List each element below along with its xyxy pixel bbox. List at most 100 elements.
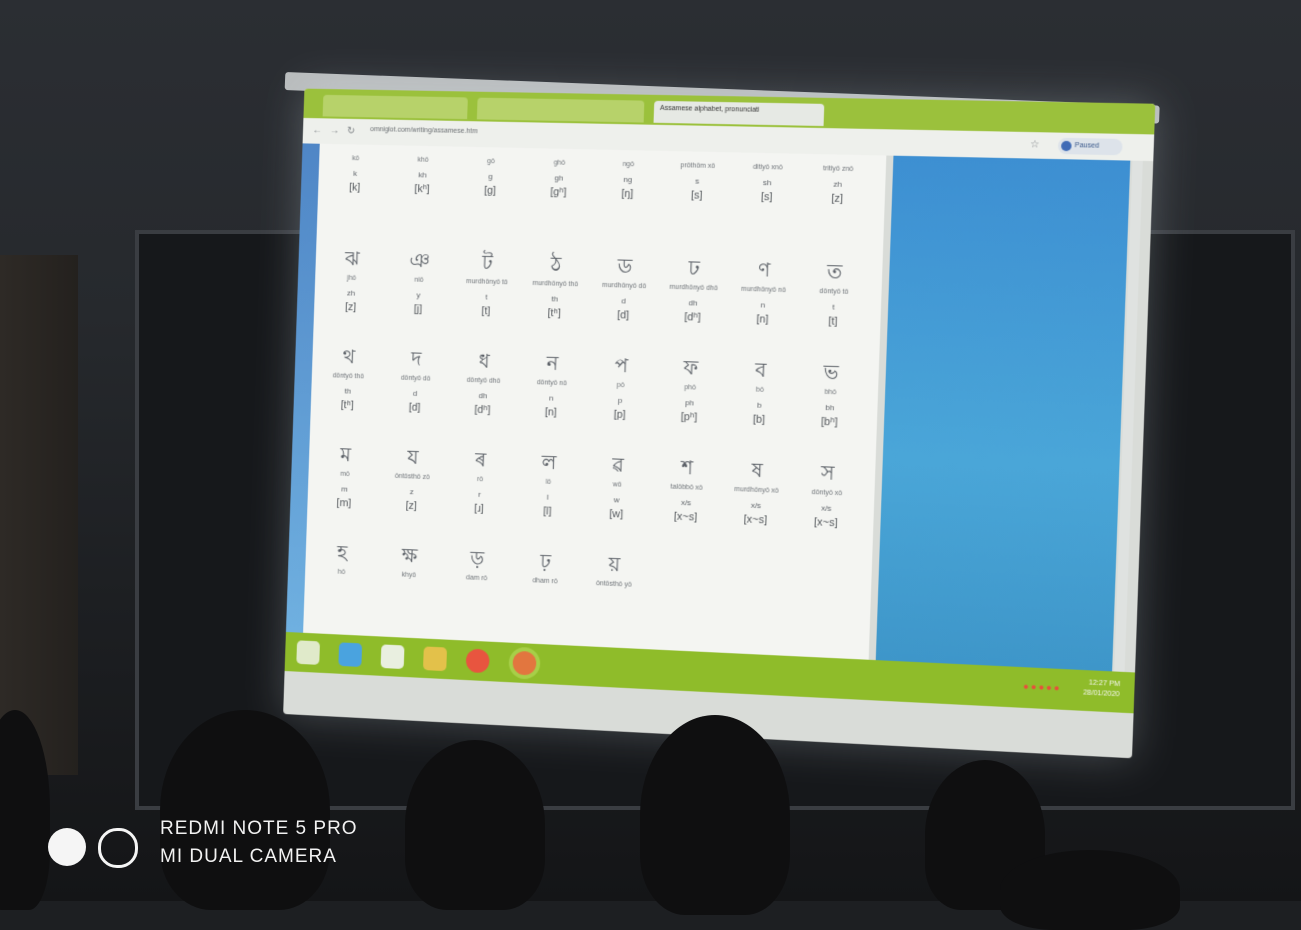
letter-cell: ক্ষ khyô [377,544,442,587]
letter-glyph: থ [342,346,356,369]
letter-roman: x/s [680,497,692,508]
letter-cell: ন dôntyô nô n [n] [518,352,585,420]
url-field[interactable]: omniglot.com/writing/assamese.htm [370,126,478,135]
letter-name: ôntôsthô yô [595,580,632,589]
letter-name: dôntyô nô [536,379,567,388]
letter-roman: r [478,489,481,499]
letter-glyph [735,158,801,159]
letter-cell: khô kh [kʰ] [390,151,455,196]
letter-cell: ঠ murdhônyô thô th [tʰ] [522,253,589,320]
letter-name: khô [417,156,429,164]
letter-cell: স dôntyô xô x/s [x~s] [792,461,861,530]
profile-label: Paused [1074,142,1100,150]
letter-ipa: [j] [413,303,423,316]
letter-name: kô [351,155,360,163]
letter-glyph: ঞ [409,249,431,273]
person-head [160,710,330,910]
chrome-icon[interactable] [465,648,490,674]
letter-ipa: [pʰ] [680,411,698,424]
letter-glyph: ঢ় [539,550,552,574]
letter-name: mô [340,470,350,478]
ie-icon[interactable] [338,642,363,667]
letter-ipa: [tʰ] [547,307,561,320]
letter-ipa: [gʰ] [550,186,567,199]
letter-roman: g [488,171,493,181]
letter-name: murdhônyô thô [532,279,579,289]
browser-tab-1[interactable] [322,94,468,120]
letter-cell: gô g [g] [458,153,524,198]
letter-name: bhô [824,388,837,397]
taskbar-clock[interactable]: 12:27 PM 28/01/2020 [1083,678,1120,700]
letter-ipa: [b] [752,413,766,426]
letter-roman: ng [623,174,633,185]
letter-cell: prôthôm xô s [s] [664,157,731,202]
letter-roman: n [548,393,554,403]
letter-name: jhô [346,274,357,282]
letter-name: ôntôsthô zô [394,472,430,482]
reload-icon[interactable]: ↻ [347,126,355,137]
letter-cell: প pô p [p] [587,354,654,422]
letter-glyph: ভ [823,361,839,385]
letter-cell: ড় dam rô [444,547,510,590]
letter-cell: ভ bhô bh [bʰ] [796,361,865,430]
letter-ipa: [g] [483,184,497,197]
letter-name: bô [755,386,764,394]
letter-name: niô [414,276,424,284]
letter-name: dham rô [532,577,558,586]
letter-name: khyô [401,571,417,580]
letter-name: lô [545,478,552,486]
letter-roman: t [485,292,488,302]
letter-roman: x/s [750,500,762,511]
browser-tab-2[interactable] [476,97,645,123]
letter-name: ditiyô xnô [752,163,783,172]
letter-roman: th [551,294,559,304]
watermark-ring-icon [98,828,138,868]
letter-glyph: ষ [751,459,764,483]
letter-glyph: ব [754,359,767,382]
letter-name: murdhônyô dô [601,281,647,291]
folder-icon[interactable] [422,646,448,672]
letter-name: dôntyô tô [819,288,849,296]
letter-cell: ৱ wô w [w] [583,453,650,521]
start-icon[interactable] [296,640,321,665]
letter-roman: b [757,400,762,410]
letter-glyph: ঝ [344,248,360,271]
letter-cell: ফ phô ph [pʰ] [656,356,724,424]
letter-roman: w [613,495,620,505]
chrome-active-icon[interactable] [512,650,537,676]
letter-roman: kh [418,170,427,180]
forward-icon[interactable]: → [330,125,340,136]
letter-cell: ditiyô xnô sh [s] [733,158,801,204]
letter-roman: ph [684,398,695,408]
watermark-dot-icon [48,828,86,866]
avatar [1060,140,1072,152]
system-tray-icons[interactable]: ●●●●● [1023,681,1062,693]
letter-ipa: [d] [408,401,421,414]
letter-glyph: ধ [478,350,490,373]
letter-glyph [596,155,661,156]
letter-name: tritiyô znô [822,165,854,173]
letter-glyph: ম [339,444,352,467]
browser-tab-active[interactable]: Assamese alphabet, pronunciati [653,100,825,127]
store-icon[interactable] [380,644,405,670]
letter-glyph: স [820,462,835,485]
letter-cell: ত dôntyô tô t [t] [799,260,868,328]
person-head [0,710,50,910]
profile-button[interactable]: Paused [1057,137,1123,156]
letter-glyph: ন [546,352,559,375]
letter-ipa: [s] [690,189,703,202]
letter-roman: d [621,296,626,306]
letter-cell: ট murdhônyô tô t [t] [454,251,520,318]
letter-name: pô [616,381,625,390]
letter-cell: হ hô [310,541,375,584]
letter-ipa: [n] [756,313,769,326]
letter-ipa: [bʰ] [820,415,838,429]
projected-browser-window: Assamese alphabet, pronunciati ← → ↻ omn… [283,88,1156,759]
star-icon[interactable]: ☆ [1030,139,1040,150]
letter-roman: p [617,395,623,405]
letter-cell: দ dôntyô dô d [d] [383,348,449,415]
letter-cell: শ talôbbô xô x/s [x~s] [653,456,721,524]
letter-roman: dh [478,391,488,401]
back-icon[interactable]: ← [312,125,322,136]
letter-ipa: [t] [828,315,838,328]
